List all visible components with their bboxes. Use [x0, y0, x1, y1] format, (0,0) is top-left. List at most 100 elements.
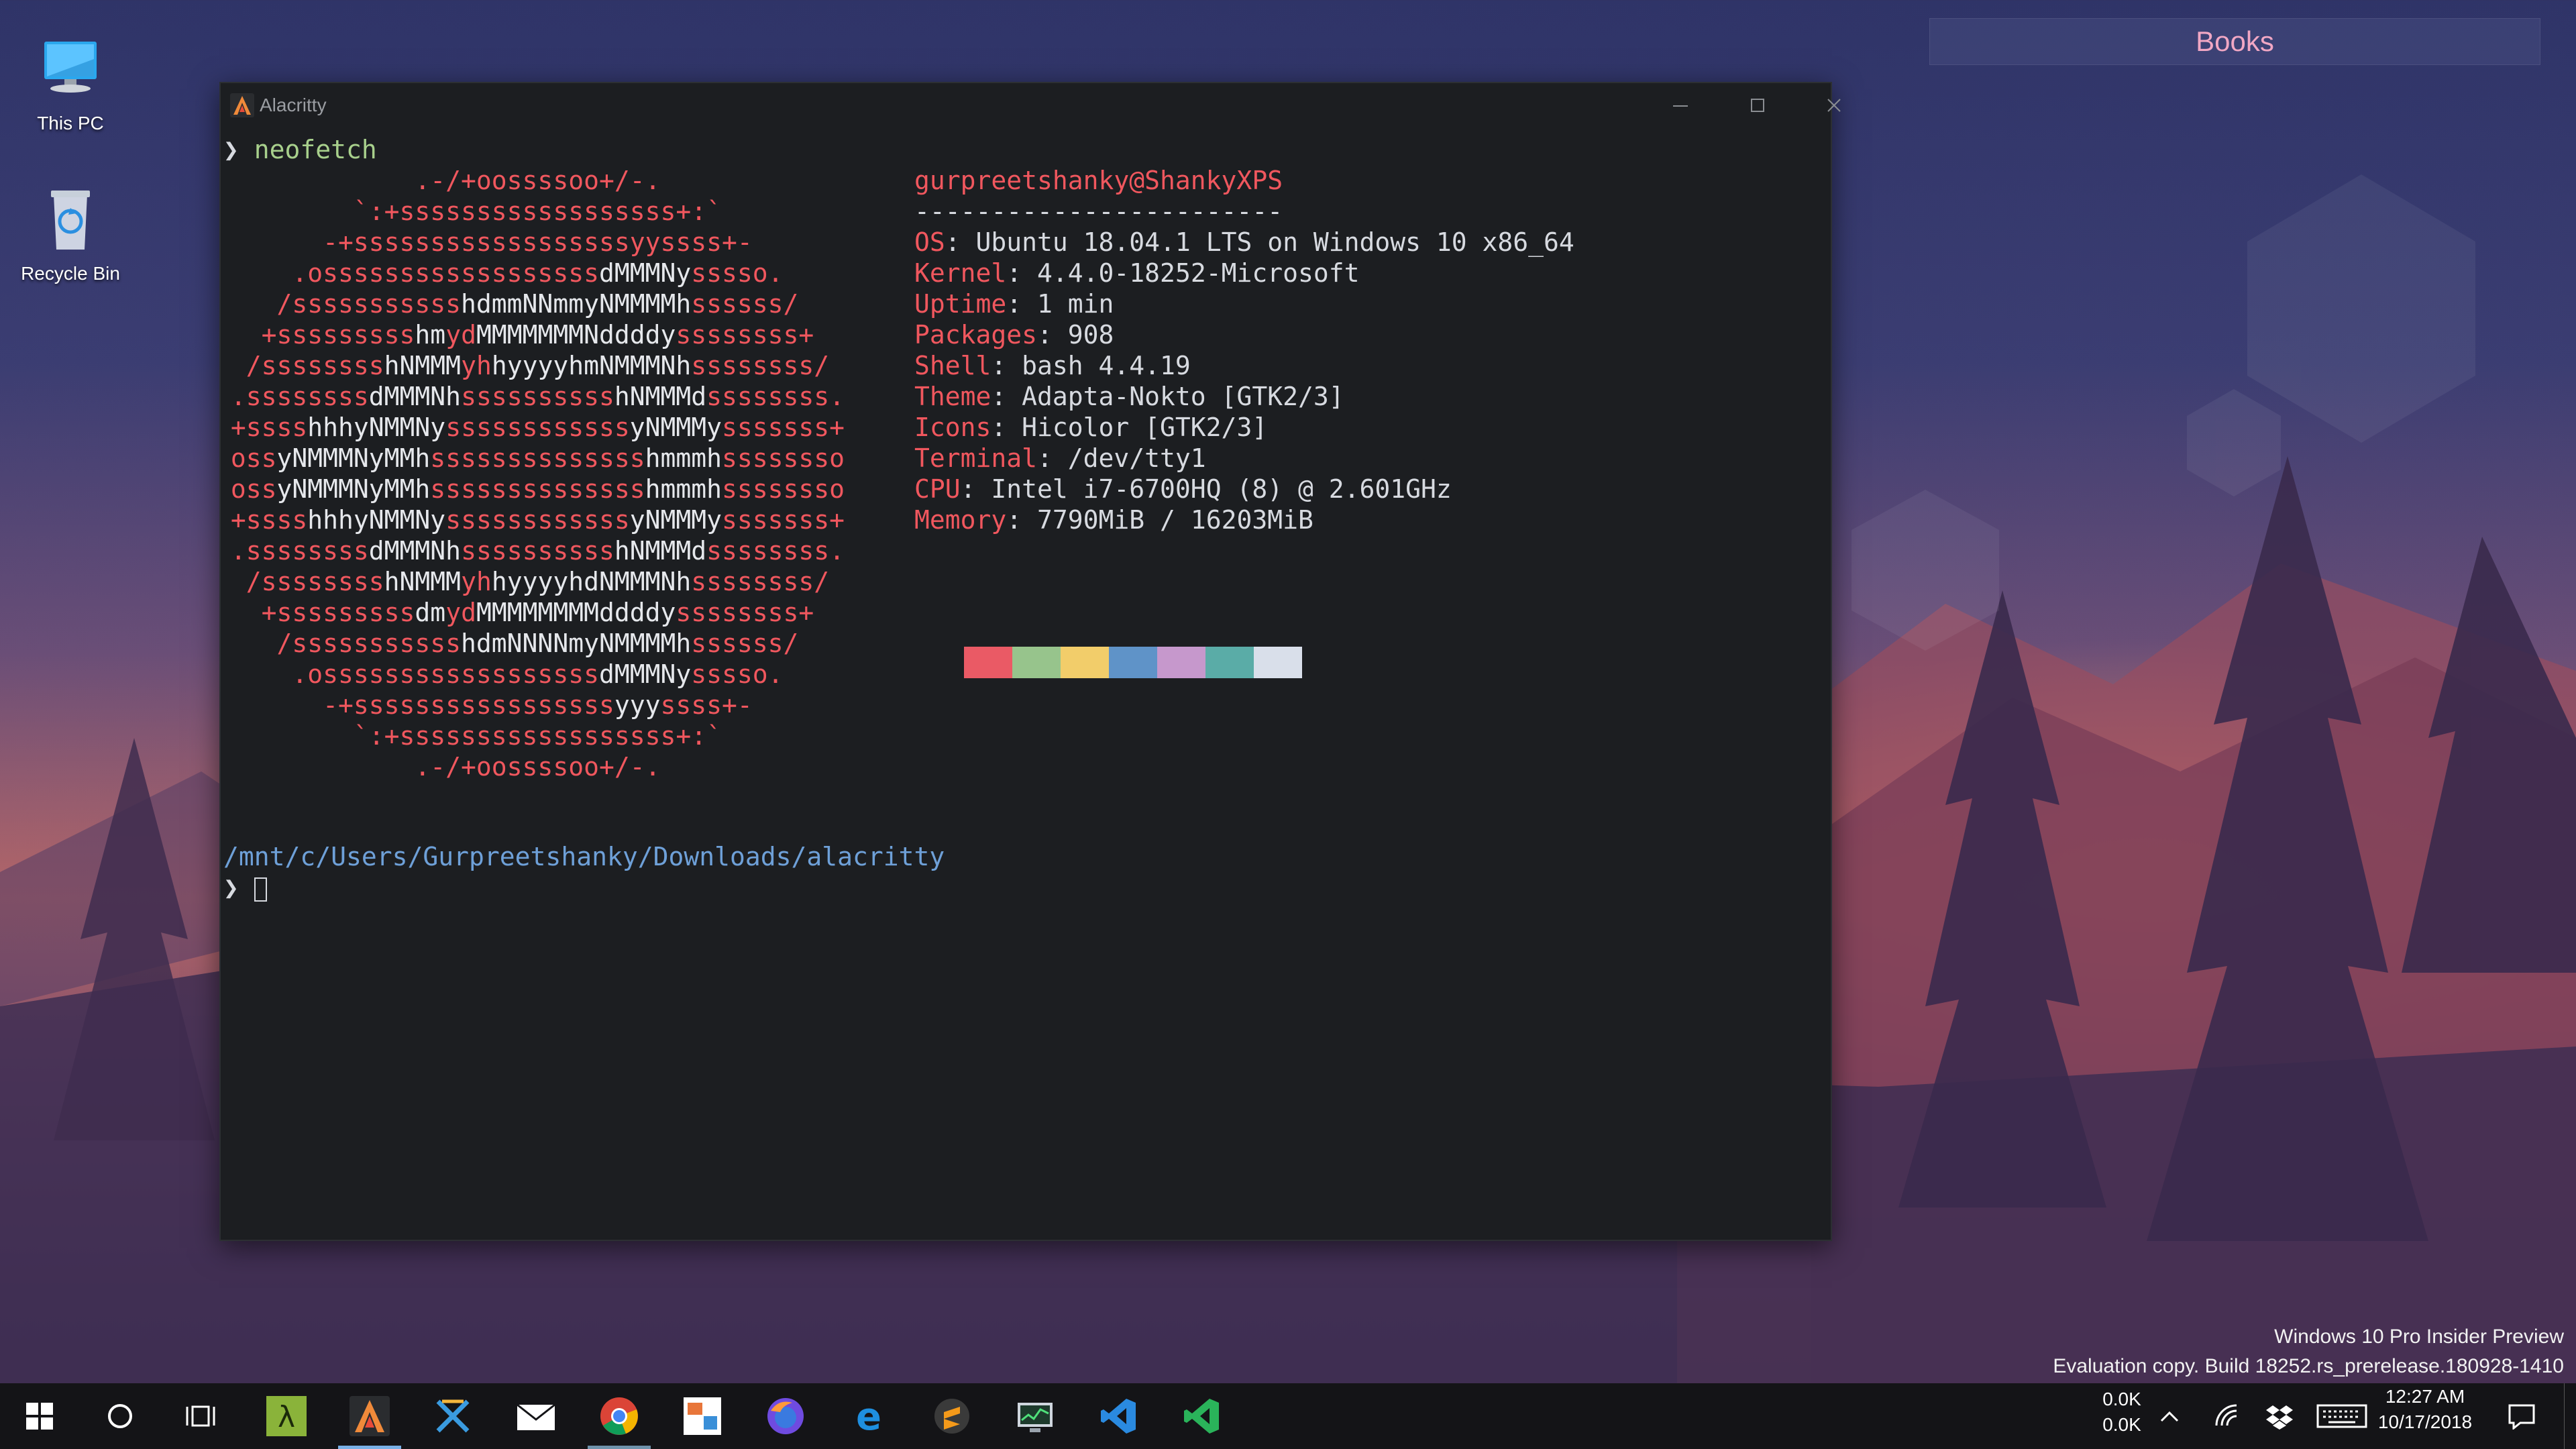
ascii-segment: MMMMMMMMddddy	[476, 598, 676, 627]
info-key: Kernel	[914, 258, 1007, 288]
maximize-button[interactable]	[1719, 83, 1796, 127]
taskbar-edge[interactable]: e	[832, 1383, 906, 1449]
info-value: : /dev/tty1	[1037, 443, 1206, 473]
alacritty-title-icon	[230, 93, 254, 117]
recycle-bin-label: Recycle Bin	[21, 263, 120, 284]
ascii-segment: ssssssssssssss	[430, 474, 645, 504]
ascii-segment: .-/+oossssoo+/-.	[215, 752, 661, 782]
ascii-logo-line: /sssssssshNMMMyhhyyyyhmNMMMNhssssssss/	[215, 350, 829, 381]
ascii-logo-line: .ossssssssssssssssssdMMMNysssso.	[215, 258, 783, 288]
ascii-segment: dm	[415, 598, 446, 627]
input-line[interactable]: ❯	[223, 872, 267, 903]
ascii-segment: -+sssssssssssssssss	[215, 690, 614, 720]
window-titlebar[interactable]: Alacritty	[221, 83, 1841, 127]
taskbar-vscode-insiders[interactable]	[1165, 1383, 1238, 1449]
ascii-segment: /sssssssssss	[215, 289, 462, 319]
close-button[interactable]	[1796, 83, 1872, 127]
photo-app-icon	[684, 1397, 721, 1435]
desktop-icon-this-pc[interactable]: This PC	[7, 32, 134, 134]
ascii-segment: ssssssssssssss	[430, 443, 645, 473]
start-button[interactable]	[3, 1383, 76, 1449]
taskbar-photo-app[interactable]	[665, 1383, 739, 1449]
ascii-logo-line: +sssshhhyNMMNyssssssssssssyNMMMysssssss+	[215, 504, 845, 535]
info-row-memory: Memory: 7790MiB / 16203MiB	[914, 504, 1313, 535]
ascii-logo-line: .-/+oossssoo+/-.	[215, 165, 660, 196]
ascii-segment: .ssssssss	[215, 382, 369, 411]
books-widget[interactable]: Books	[1929, 18, 2540, 65]
ascii-logo-line: -+sssssssssssssssssyyyssss+-	[215, 690, 753, 720]
ascii-logo-line: ossyNMMMNyMMhsssssssssssssshmmmhssssssso	[215, 443, 845, 474]
ascii-segment: ssssssss+	[676, 320, 814, 350]
info-row-uptime: Uptime: 1 min	[914, 288, 1114, 319]
info-key: Memory	[914, 505, 1007, 535]
ascii-segment: dMMMNh	[368, 382, 462, 411]
ascii-segment: dMMMNy	[598, 659, 692, 689]
minimize-icon	[1673, 105, 1688, 107]
info-row-kernel: Kernel: 4.4.0-18252-Microsoft	[914, 258, 1359, 288]
ascii-segment: ssssssss.	[706, 382, 845, 411]
info-value: : Ubuntu 18.04.1 LTS on Windows 10 x86_6…	[945, 227, 1574, 257]
ascii-segment: ssssssss/	[691, 567, 830, 596]
info-row-packages: Packages: 908	[914, 319, 1114, 350]
window-title: Alacritty	[260, 95, 327, 115]
desktop-icon-recycle-bin[interactable]: Recycle Bin	[7, 182, 134, 284]
info-value: : Hicolor [GTK2/3]	[991, 413, 1268, 442]
ascii-segment: hhhyNMMNy	[307, 413, 446, 442]
info-key: Packages	[914, 320, 1038, 350]
command-text: neofetch	[254, 135, 377, 164]
taskbar-chrome[interactable]	[582, 1383, 656, 1449]
ascii-segment: yyy	[614, 690, 661, 720]
ascii-segment: yNMMMNyMMh	[276, 474, 431, 504]
ascii-segment: yh	[461, 351, 492, 380]
cortana-icon	[108, 1404, 132, 1428]
taskbar-firefox[interactable]	[749, 1383, 822, 1449]
mail-icon	[517, 1403, 555, 1430]
taskbar-sublime[interactable]	[915, 1383, 989, 1449]
notification-icon	[2508, 1404, 2535, 1430]
clock-date: 10/17/2018	[2377, 1411, 2473, 1432]
ascii-logo-line: .ssssssssdMMMNhsssssssssshNMMMdssssssss.	[215, 381, 845, 412]
show-hidden-icons-button[interactable]	[2136, 1383, 2203, 1449]
ascii-logo-line: -+ssssssssssssssssssyyssss+-	[215, 227, 753, 258]
ascii-segment: `:+ssssssssssssssssss+:`	[215, 197, 722, 226]
ascii-logo-line: `:+ssssssssssssssssss+:`	[215, 720, 722, 751]
info-value: : 4.4.0-18252-Microsoft	[1006, 258, 1360, 288]
color-swatch	[1109, 647, 1157, 678]
alacritty-window[interactable]: Alacritty ❯ neofetch .-/+oossssoo+/-. `:…	[219, 82, 1841, 1241]
ascii-logo-line: .ssssssssdMMMNhsssssssssshNMMMdssssssss.	[215, 535, 845, 566]
vscode-icon	[1101, 1399, 1136, 1434]
prompt-symbol-2: ❯	[223, 873, 239, 902]
vscode-insiders-icon	[1184, 1399, 1219, 1434]
prompt-symbol: ❯	[223, 135, 239, 164]
task-view-button[interactable]	[164, 1383, 237, 1449]
firefox-icon	[767, 1398, 804, 1434]
dropbox-button[interactable]	[2246, 1383, 2313, 1449]
taskbar-mail[interactable]	[499, 1383, 573, 1449]
ascii-segment: hNMMM	[384, 351, 462, 380]
ascii-segment: sssso.	[691, 659, 784, 689]
terminal-content[interactable]: ❯ neofetch .-/+oossssoo+/-. `:+sssssssss…	[221, 127, 1831, 1240]
watermark-edition: Windows 10 Pro Insider Preview	[2274, 1326, 2564, 1348]
ascii-segment: -+ssssssssssssssssssyyssss+-	[215, 227, 753, 257]
color-palette	[964, 647, 1302, 678]
taskbar-task-manager[interactable]	[998, 1383, 1072, 1449]
ascii-segment: hmmmh	[645, 443, 722, 473]
color-swatch	[1254, 647, 1302, 678]
cortana-button[interactable]	[83, 1383, 157, 1449]
ascii-segment: ssssss/	[691, 289, 799, 319]
action-center-button[interactable]	[2485, 1383, 2559, 1449]
show-desktop-button[interactable]	[2564, 1383, 2576, 1449]
this-pc-label: This PC	[37, 113, 104, 133]
taskbar-lambda-app[interactable]: λ	[250, 1383, 323, 1449]
minimize-button[interactable]	[1642, 83, 1719, 127]
info-value: : Intel i7-6700HQ (8) @ 2.601GHz	[960, 474, 1452, 504]
clock[interactable]: 12:27 AM 10/17/2018	[2368, 1386, 2482, 1433]
taskbar-vscode[interactable]	[1081, 1383, 1155, 1449]
taskbar-xming[interactable]	[416, 1383, 490, 1449]
ascii-segment: hNMMMd	[614, 536, 707, 566]
taskbar-alacritty[interactable]	[333, 1383, 407, 1449]
info-key: Uptime	[914, 289, 1007, 319]
info-row-cpu: CPU: Intel i7-6700HQ (8) @ 2.601GHz	[914, 474, 1452, 504]
ascii-segment: ssssssso	[721, 443, 845, 473]
ascii-segment: dMMMNh	[368, 536, 462, 566]
